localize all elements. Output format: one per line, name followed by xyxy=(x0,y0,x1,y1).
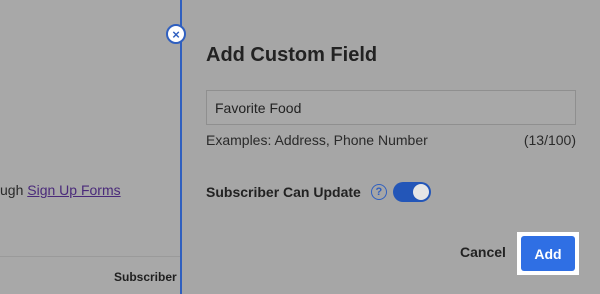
field-hint: Examples: Address, Phone Number xyxy=(206,132,428,148)
character-counter: (13/100) xyxy=(523,132,576,148)
close-icon[interactable]: × xyxy=(166,24,186,44)
background-text-prefix: ugh xyxy=(0,182,28,198)
add-button[interactable]: Add xyxy=(521,236,575,271)
subscriber-can-update-row: Subscriber Can Update ? xyxy=(206,182,431,202)
custom-field-name-input[interactable] xyxy=(206,90,576,125)
panel-title: Add Custom Field xyxy=(206,44,378,66)
sign-up-forms-link[interactable]: Sign Up Forms xyxy=(27,182,120,198)
toggle-knob xyxy=(412,184,429,200)
subscriber-can-update-toggle[interactable] xyxy=(392,182,431,202)
add-button-highlight: Add xyxy=(517,232,579,275)
background-text: ugh Sign Up Forms xyxy=(0,182,121,198)
cancel-button[interactable]: Cancel xyxy=(460,244,506,260)
background-column-header: Subscriber C xyxy=(114,270,189,284)
help-icon[interactable]: ? xyxy=(370,184,387,200)
field-hint-row: Examples: Address, Phone Number (13/100) xyxy=(206,132,576,148)
subscriber-can-update-label: Subscriber Can Update xyxy=(206,184,361,200)
